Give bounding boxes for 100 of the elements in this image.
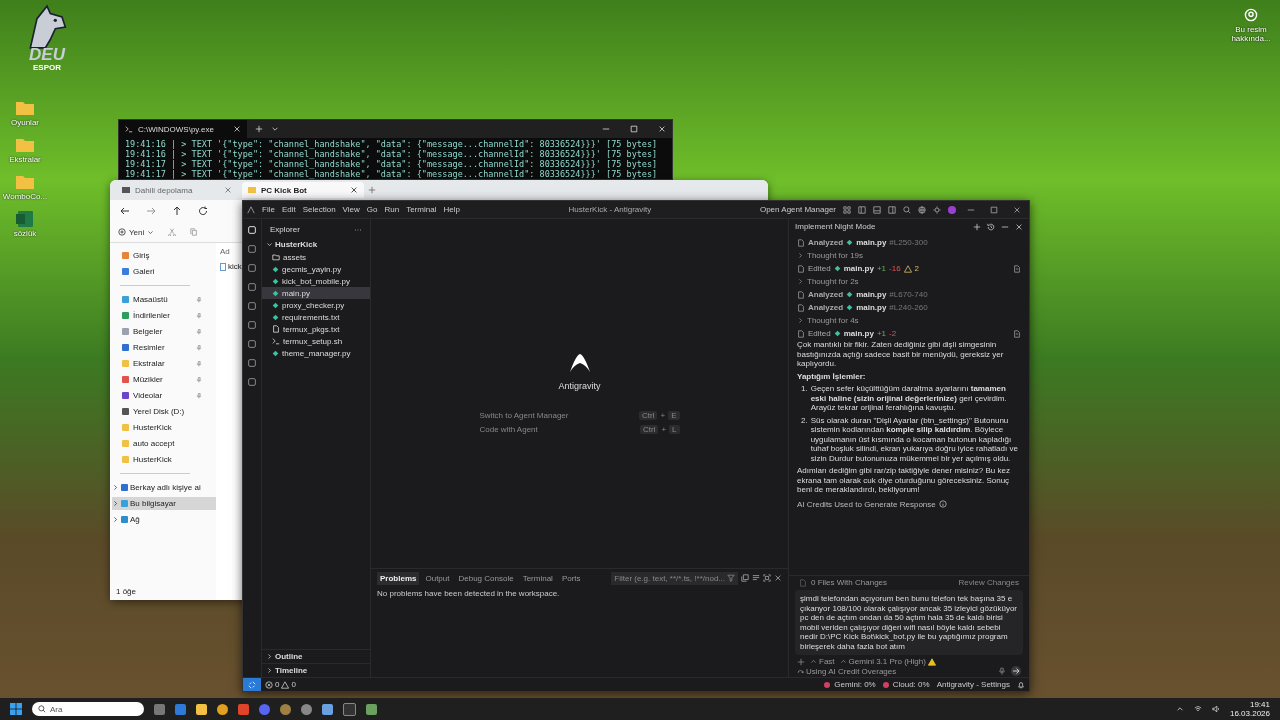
window-tab[interactable]: C:\WINDOWS\py.exe [119, 120, 247, 138]
menu-item[interactable]: Go [366, 205, 378, 214]
file-tree-item[interactable]: termux_setup.sh [262, 335, 370, 347]
file-tree-item[interactable]: assets [262, 251, 370, 263]
back-icon[interactable] [120, 206, 130, 216]
app-icon[interactable] [322, 703, 333, 715]
tree-item[interactable]: Berkay adlı kişiye ai [112, 481, 216, 494]
spreadsheet-icon[interactable] [15, 211, 35, 227]
new-button[interactable]: Yeni [118, 227, 155, 237]
volume-icon[interactable] [1211, 705, 1220, 713]
wrap-icon[interactable] [752, 574, 760, 582]
avatar[interactable] [948, 205, 956, 214]
wallpaper-info-link[interactable]: Bu resim hakkında... [1224, 25, 1278, 43]
windows-start-icon[interactable] [10, 703, 22, 715]
activity-bar-icon[interactable] [247, 339, 257, 349]
sidebar-item[interactable]: İndirilenler [112, 309, 216, 322]
file-link[interactable]: main.py [843, 264, 874, 273]
list-entry[interactable]: kick [220, 262, 242, 271]
forward-icon[interactable] [146, 206, 156, 216]
clock-time[interactable]: 19:41 [1249, 700, 1270, 709]
diff-icon[interactable] [1013, 329, 1021, 338]
maximize-icon[interactable] [990, 205, 998, 214]
panel-tab[interactable]: Terminal [519, 571, 556, 585]
activity-bar-icon[interactable] [247, 377, 257, 387]
cloud-quota[interactable]: Cloud: 0% [892, 680, 933, 689]
secondary-sidebar-icon[interactable] [888, 205, 896, 214]
file-tree-item[interactable]: termux_pkgs.txt [262, 323, 370, 335]
filter-field[interactable]: Filter (e.g. text, **/*.ts, !**/nod... [611, 571, 738, 585]
add-icon[interactable] [797, 657, 805, 666]
panel-tab[interactable]: Problems [377, 571, 420, 585]
chevron-up-icon[interactable] [1175, 705, 1184, 713]
file-link[interactable]: main.py [856, 290, 887, 299]
panel-tab[interactable]: Output [422, 571, 453, 585]
folder-tree-item[interactable]: HusterKick [262, 238, 370, 251]
settings-link[interactable]: Antigravity - Settings [936, 680, 1013, 689]
menu-item[interactable]: Help [443, 205, 460, 214]
tree-item[interactable]: Ağ [112, 513, 216, 526]
mode-dropdown[interactable]: Fast [810, 657, 835, 666]
explorer-tab[interactable]: PC Kick Bot [242, 182, 364, 198]
menu-item[interactable]: Run [384, 205, 400, 214]
sidebar-item[interactable]: Giriş [112, 249, 216, 262]
file-link[interactable]: main.py [856, 303, 887, 312]
section-header[interactable]: Outline [262, 649, 370, 663]
activity-bar-icon[interactable] [247, 263, 257, 273]
sidebar-item[interactable]: Belgeler [112, 325, 216, 338]
problems-status[interactable]: 0 0 [265, 680, 299, 689]
overages-toggle[interactable]: Using AI Credit Overages [797, 666, 897, 676]
refresh-icon[interactable] [198, 206, 208, 216]
search-icon[interactable] [903, 205, 911, 214]
sidebar-item[interactable]: HusterKick [112, 453, 216, 466]
thought-toggle[interactable]: Thought for 19s [797, 251, 864, 260]
close-icon[interactable] [1013, 205, 1021, 214]
menu-item[interactable]: File [262, 205, 275, 214]
column-header[interactable]: Ad [220, 247, 230, 256]
sidebar-item[interactable]: Müzikler [112, 373, 216, 386]
section-header[interactable]: Timeline [262, 663, 370, 677]
menu-item[interactable]: View [342, 205, 360, 214]
sidebar-item[interactable]: auto accept [112, 437, 216, 450]
globe-icon[interactable] [918, 205, 926, 214]
file-tree-item[interactable]: theme_manager.py [262, 347, 370, 359]
sidebar-item[interactable]: Ekstralar [112, 357, 216, 370]
clock-date[interactable]: 16.03.2026 [1229, 709, 1270, 718]
model-dropdown[interactable]: Gemini 3.1 Pro (High) [839, 657, 936, 666]
menu-item[interactable]: Selection [302, 205, 336, 214]
sidebar-toggle-icon[interactable] [858, 205, 866, 214]
up-icon[interactable] [172, 206, 182, 216]
sidebar-item[interactable]: Videolar [112, 389, 216, 402]
info-icon[interactable] [938, 500, 947, 508]
activity-bar-icon[interactable] [247, 320, 257, 330]
message-input-field[interactable]: şimdi telefondan açıyorum ben bunu telefon tek başına 35 e çıkanyor 108/100 olarak çalışıyor ancak 35 izleyici gözüküyor pc den de açtım ondan da 50 açtım hala 35 de kaldı birisi mobil veriden çalışıyor diğeri wifi nasıl böyle kaldı sebebi nedir D:\PC Kick Bot\kick_bot.py ile bu yaptığımız program birleşerek daha fazla bot atım [795, 590, 1023, 655]
sidebar-item[interactable]: Masaüstü [112, 293, 216, 306]
file-tree-item[interactable]: proxy_checker.py [262, 299, 370, 311]
send-button[interactable] [1011, 666, 1021, 676]
menu-item[interactable]: Terminal [406, 205, 437, 214]
task-view-icon[interactable] [154, 703, 165, 715]
activity-bar-icon[interactable] [247, 301, 257, 311]
remote-button[interactable] [243, 678, 261, 691]
file-tree-item[interactable]: requirements.txt [262, 311, 370, 323]
collapse-icon[interactable] [741, 574, 749, 582]
file-tree-item[interactable]: main.py [262, 287, 370, 299]
sidebar-item[interactable]: Galeri [112, 265, 216, 278]
close-icon[interactable] [350, 186, 358, 194]
panel-tab[interactable]: Debug Console [455, 571, 517, 585]
activity-bar-icon[interactable] [247, 358, 257, 368]
thought-toggle[interactable]: Thought for 2s [797, 277, 859, 286]
shortcut-label[interactable]: Switch to Agent Manager [479, 411, 569, 420]
shortcut-label[interactable]: Code with Agent [479, 425, 538, 434]
file-tree-item[interactable]: gecmis_yayin.py [262, 263, 370, 275]
new-tab-icon[interactable] [368, 186, 376, 194]
history-icon[interactable] [987, 222, 995, 231]
maximize-panel-icon[interactable] [763, 574, 771, 582]
sidebar-item[interactable]: HusterKick [112, 421, 216, 434]
diff-icon[interactable] [1013, 264, 1021, 273]
bell-icon[interactable] [1017, 680, 1025, 689]
panel-toggle-icon[interactable] [873, 205, 881, 214]
open-agent-manager-button[interactable]: Open Agent Manager [759, 205, 836, 214]
panel-tab[interactable]: Ports [558, 571, 584, 585]
file-tree-item[interactable]: kick_bot_mobile.py [262, 275, 370, 287]
explorer-tab[interactable]: Dahili depolama [116, 182, 238, 198]
activity-bar-icon[interactable] [247, 244, 257, 254]
